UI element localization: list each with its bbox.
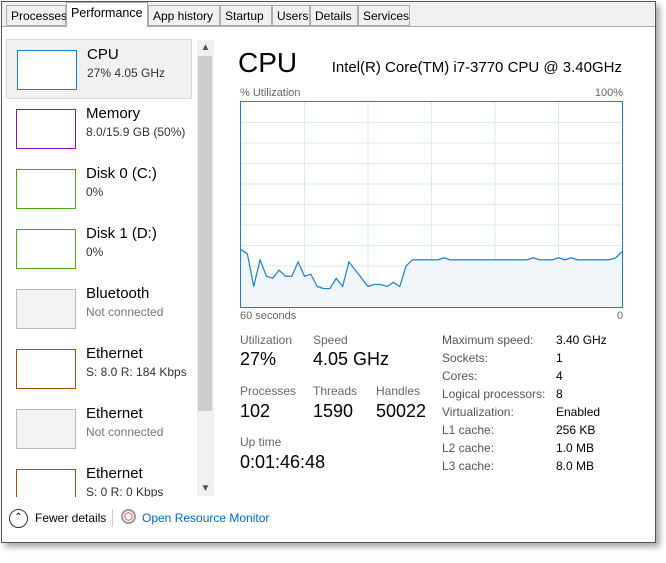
sidebar-item-detail: 8.0/15.9 GB (50%) — [86, 125, 186, 139]
sidebar-thumbnail-graph — [16, 289, 76, 329]
fewer-details-button[interactable]: Fewer details — [35, 511, 106, 525]
spec-value: 4 — [556, 369, 563, 383]
tab-app-history[interactable]: App history — [148, 5, 220, 26]
sidebar-item-memory[interactable]: Memory 8.0/15.9 GB (50%) — [6, 99, 192, 159]
resource-monitor-icon[interactable] — [121, 509, 136, 524]
scroll-down-icon[interactable]: ▼ — [197, 483, 214, 494]
footer: ⌃ Fewer details Open Resource Monitor — [2, 500, 655, 542]
scrollbar-thumb[interactable] — [198, 56, 212, 411]
uptime-value: 0:01:46:48 — [240, 452, 326, 472]
sidebar-thumbnail-graph — [16, 169, 76, 209]
spec-value: Enabled — [556, 405, 601, 419]
sidebar-item-name: Memory — [86, 105, 141, 122]
spec-label: Maximum speed: — [442, 333, 534, 347]
sidebar-item-cpu[interactable]: CPU 27% 4.05 GHz — [6, 39, 192, 99]
sidebar-item-detail: Not connected — [86, 425, 164, 439]
sidebar-item-detail: S: 8.0 R: 184 Kbps — [86, 365, 187, 379]
tab-details[interactable]: Details — [310, 5, 358, 26]
speed-value: 4.05 GHz — [313, 349, 390, 369]
threads-label: Threads — [313, 384, 358, 398]
handles-value: 50022 — [376, 401, 427, 421]
tab-performance[interactable]: Performance — [66, 2, 148, 27]
task-manager-window: Processes Performance App history Startup Us… — [1, 1, 656, 543]
open-resource-monitor-link[interactable]: Open Resource Monitor — [142, 511, 269, 525]
chevron-up-icon[interactable]: ⌃ — [9, 509, 28, 528]
sidebar-item-detail: 0% — [86, 185, 104, 199]
sidebar-item-detail: S: 0 R: 0 Kbps — [86, 485, 164, 497]
spec-value: 1 — [556, 351, 563, 365]
sidebar-thumbnail-graph — [17, 50, 77, 90]
cpu-model: Intel(R) Core(TM) i7-3770 CPU @ 3.40GHz — [331, 59, 622, 76]
spec-label: L3 cache: — [442, 459, 495, 473]
sidebar-thumbnail-graph — [16, 229, 76, 269]
sidebar-item-name: Disk 1 (D:) — [86, 225, 157, 242]
divider — [112, 509, 113, 527]
spec-value: 8.0 MB — [556, 459, 595, 473]
cpu-panel: CPU Intel(R) Core(TM) i7-3770 CPU @ 3.40… — [214, 27, 655, 497]
sidebar-item-detail: Not connected — [86, 305, 164, 319]
resource-sidebar: CPU 27% 4.05 GHz Memory 8.0/15.9 GB (50%… — [2, 27, 214, 497]
uptime-label: Up time — [240, 435, 282, 449]
processes-label: Processes — [240, 384, 297, 398]
sidebar-thumbnail-graph — [16, 469, 76, 497]
scroll-up-icon[interactable]: ▲ — [197, 42, 214, 53]
sidebar-item-detail: 0% — [86, 245, 104, 259]
spec-label: Logical processors: — [442, 387, 546, 401]
threads-value: 1590 — [313, 401, 354, 421]
sidebar-item-name: CPU — [87, 46, 119, 63]
spec-label: L2 cache: — [442, 441, 495, 455]
sidebar-thumbnail-graph — [16, 409, 76, 449]
sidebar-item-name: Ethernet — [86, 345, 143, 362]
spec-label: L1 cache: — [442, 423, 495, 437]
sidebar-item-name: Disk 0 (C:) — [86, 165, 157, 182]
x-left-label: 60 seconds — [240, 310, 297, 322]
tab-services[interactable]: Services — [358, 5, 410, 26]
speed-label: Speed — [313, 333, 348, 347]
spec-value: 3.40 GHz — [556, 333, 607, 347]
sidebar-item-name: Ethernet — [86, 465, 143, 482]
tab-startup[interactable]: Startup — [220, 5, 272, 26]
tab-users[interactable]: Users — [272, 5, 310, 26]
sidebar-item-name: Ethernet — [86, 405, 143, 422]
sidebar-item-ethernet[interactable]: Ethernet S: 8.0 R: 184 Kbps — [6, 339, 192, 399]
spec-value: 1.0 MB — [556, 441, 595, 455]
x-right-label: 0 — [617, 310, 624, 322]
sidebar-item-disk-1-d[interactable]: Disk 1 (D:) 0% — [6, 219, 192, 279]
spec-value: 256 KB — [556, 423, 596, 437]
spec-value: 8 — [556, 387, 563, 401]
processes-value: 102 — [240, 401, 271, 421]
y-axis-label: % Utilization — [240, 87, 301, 99]
sidebar-thumbnail-graph — [16, 349, 76, 389]
sidebar-item-ethernet[interactable]: Ethernet Not connected — [6, 399, 192, 459]
spec-label: Cores: — [442, 369, 478, 383]
sidebar-item-ethernet[interactable]: Ethernet S: 0 R: 0 Kbps — [6, 459, 192, 497]
sidebar-item-name: Bluetooth — [86, 285, 150, 302]
cpu-utilization-chart — [240, 101, 623, 308]
spec-label: Virtualization: — [442, 405, 514, 419]
page-title: CPU — [238, 47, 298, 78]
y-max-label: 100% — [594, 87, 623, 99]
sidebar-item-detail: 27% 4.05 GHz — [87, 66, 166, 80]
utilization-label: Utilization — [240, 333, 293, 347]
sidebar-scrollbar[interactable]: ▲ ▼ — [197, 40, 214, 496]
handles-label: Handles — [376, 384, 421, 398]
sidebar-item-disk-0-c[interactable]: Disk 0 (C:) 0% — [6, 159, 192, 219]
sidebar-item-bluetooth[interactable]: Bluetooth Not connected — [6, 279, 192, 339]
sidebar-thumbnail-graph — [16, 109, 76, 149]
utilization-value: 27% — [240, 349, 277, 369]
tab-processes[interactable]: Processes — [6, 5, 67, 26]
tab-bar: Processes Performance App history Startup Us… — [2, 2, 655, 27]
spec-label: Sockets: — [442, 351, 489, 365]
